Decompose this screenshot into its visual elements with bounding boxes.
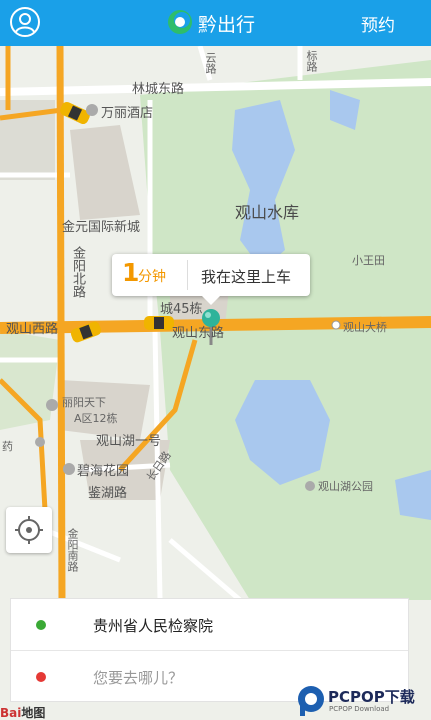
origin-dot-icon xyxy=(36,620,46,630)
pickup-text: 我在这里上车 xyxy=(201,268,292,286)
app-header: 黔出行 预约 xyxy=(0,0,431,46)
map-label-yun-road: 云路 xyxy=(204,52,217,74)
map-label-guanshan-west: 观山西路 xyxy=(6,322,59,337)
eta-unit: 分钟 xyxy=(138,269,166,285)
map-label-guanshan-east: 观山东路 xyxy=(172,326,225,341)
watermark-subtext: PCPOP Download xyxy=(329,705,390,713)
map-label-jinyuan-city: 金元国际新城 xyxy=(62,220,141,235)
pcpop-logo-icon xyxy=(298,686,324,716)
origin-row[interactable]: 贵州省人民检察院 xyxy=(11,599,408,651)
map-label-building-45: 城45栋 xyxy=(160,302,203,317)
eta-number: 1 xyxy=(122,258,140,287)
map-label-jinyang-south: 金阳南路 xyxy=(66,528,79,572)
map-label-linchengdong: 林城东路 xyxy=(132,82,185,97)
watermark: PCPOP下载 PCPOP Download xyxy=(296,682,431,720)
map-label-guanshan-bridge: 观山大桥 xyxy=(343,321,387,334)
app-logo-icon xyxy=(166,8,194,36)
map-label-guanshanhu-1: 观山湖一号 xyxy=(96,434,162,449)
map-label-guanshan-reservoir: 观山水库 xyxy=(235,203,300,222)
destination-dot-icon xyxy=(36,672,46,682)
map-label-biao-road: 标路 xyxy=(305,50,318,72)
origin-address: 贵州省人民检察院 xyxy=(93,617,214,635)
destination-input[interactable]: 您要去哪儿？ xyxy=(93,667,183,688)
map-label-liyang-tianxia: 丽阳天下 xyxy=(62,396,106,409)
bubble-divider xyxy=(187,260,188,290)
user-icon[interactable] xyxy=(10,7,40,37)
locate-me-button[interactable] xyxy=(6,507,52,553)
map-label-xiaowangtian: 小王田 xyxy=(352,254,385,267)
map-label-jianhu-road: 鉴湖路 xyxy=(88,486,128,501)
map-label-guanshanhu-park: 观山湖公园 xyxy=(318,480,373,493)
map-label-bihai-garden: 碧海花园 xyxy=(77,464,130,479)
baidu-map-logo: Bai地图 xyxy=(0,706,46,720)
map-label-pharmacy: 药 xyxy=(2,440,13,453)
map-label-wanli-hotel: 万丽酒店 xyxy=(101,106,154,121)
crosshair-icon xyxy=(15,516,43,544)
watermark-text: PCPOP下载 xyxy=(328,688,415,706)
map-label-jinyang-north: 金阳北路 xyxy=(70,246,85,298)
map-label-liyang-12: A区12栋 xyxy=(74,412,118,425)
app-title: 黔出行 xyxy=(198,14,256,36)
book-button[interactable]: 预约 xyxy=(361,11,395,36)
pickup-bubble[interactable]: 1 分钟 我在这里上车 xyxy=(112,254,310,305)
